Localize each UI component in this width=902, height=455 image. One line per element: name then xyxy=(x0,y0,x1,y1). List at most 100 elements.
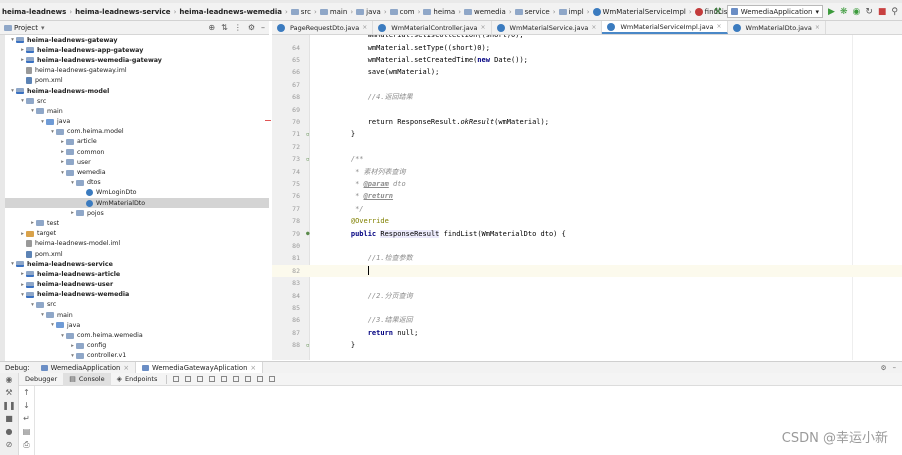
expand-arrow-icon[interactable]: ▾ xyxy=(49,322,56,328)
close-icon[interactable]: × xyxy=(481,24,486,31)
code-line[interactable]: 75 * @param dto xyxy=(272,178,902,190)
breadcrumb-item[interactable]: service xyxy=(514,8,550,16)
tree-item[interactable]: WmMaterialDto xyxy=(5,198,269,209)
code-line[interactable]: 74 * 素材列表查询 xyxy=(272,165,902,177)
code-line[interactable]: 64 wmMaterial.setType((short)0); xyxy=(272,41,902,53)
breadcrumb-item[interactable]: heima-leadnews xyxy=(2,8,66,16)
expand-arrow-icon[interactable]: ▾ xyxy=(39,312,46,318)
expand-arrow-icon[interactable]: ▾ xyxy=(69,353,76,359)
run-icon[interactable]: ▶ xyxy=(828,7,835,17)
tree-item[interactable]: WmLoginDto xyxy=(5,188,269,198)
chevron-down-icon[interactable]: ▾ xyxy=(41,24,45,32)
run-to-cursor-icon[interactable] xyxy=(245,376,252,382)
editor-tab[interactable]: WmMaterialController.java × xyxy=(373,21,492,34)
close-icon[interactable]: × xyxy=(717,23,722,30)
collapse-arrow-icon[interactable]: ▸ xyxy=(19,47,26,53)
close-icon[interactable]: × xyxy=(362,24,367,31)
run-config-selector[interactable]: WemediaApplication ▾ xyxy=(726,5,824,18)
tree-item[interactable]: ▸ pojos xyxy=(5,208,269,218)
project-panel-title[interactable]: Project xyxy=(14,24,38,32)
gear-icon[interactable]: ⚙ xyxy=(248,23,255,32)
tree-item[interactable]: ▸ heima-leadnews-user xyxy=(5,280,269,290)
editor-tab[interactable]: WmMaterialDto.java × xyxy=(728,21,826,34)
hide-panel-icon[interactable]: – xyxy=(261,23,265,32)
tree-item[interactable]: ▾ controller.v1 xyxy=(5,351,269,360)
tab-endpoints[interactable]: ◈ Endpoints xyxy=(111,373,164,386)
tree-item[interactable]: heima-leadnews-gateway.iml xyxy=(5,66,269,76)
code-line[interactable]: 81 //1.检查参数 xyxy=(272,252,902,264)
scroll-to-end-icon[interactable]: ▤ xyxy=(19,425,34,438)
expand-arrow-icon[interactable]: ▾ xyxy=(9,88,16,94)
breadcrumb-item[interactable]: com xyxy=(389,8,415,16)
view-breakpoints-icon[interactable]: ● xyxy=(0,425,18,438)
tree-item[interactable]: ▾ wemedia xyxy=(5,167,269,177)
breadcrumb-item[interactable]: java xyxy=(356,8,381,16)
code-line[interactable]: 73 ▫ /** xyxy=(272,153,902,165)
console-output[interactable] xyxy=(35,386,902,455)
tree-item[interactable]: ▾ src xyxy=(5,96,269,106)
close-icon[interactable]: × xyxy=(591,24,596,31)
code-line[interactable]: 80 xyxy=(272,240,902,252)
code-line[interactable]: 77 */ xyxy=(272,203,902,215)
tree-item[interactable]: ▾ java xyxy=(5,117,269,127)
code-line[interactable]: 76 * @return xyxy=(272,190,902,202)
tree-item[interactable]: ▸ heima-leadnews-app-gateway xyxy=(5,45,269,55)
tree-item[interactable]: pom.xml xyxy=(5,249,269,259)
code-line[interactable]: 84 //2.分页查询 xyxy=(272,289,902,301)
collapse-arrow-icon[interactable]: ▸ xyxy=(19,57,26,63)
step-out-icon[interactable] xyxy=(221,376,228,382)
tab-debugger[interactable]: Debugger xyxy=(19,373,63,386)
build-hammer-icon[interactable]: ⚒ xyxy=(714,7,722,17)
expand-arrow-icon[interactable]: ▾ xyxy=(59,170,66,176)
tree-item[interactable]: ▾ heima-leadnews-model xyxy=(5,86,269,96)
profile-icon[interactable]: ↻ xyxy=(865,7,873,17)
tree-item[interactable]: ▸ heima-leadnews-wemedia-gateway xyxy=(5,55,269,65)
expand-arrow-icon[interactable]: ▾ xyxy=(49,129,56,135)
tree-item[interactable]: ▸ heima-leadnews-article xyxy=(5,269,269,279)
tree-item[interactable]: ▸ article xyxy=(5,137,269,147)
step-over-icon[interactable] xyxy=(185,376,192,382)
tree-item[interactable]: ▸ test xyxy=(5,218,269,228)
tree-item[interactable]: pom.xml xyxy=(5,76,269,86)
search-icon[interactable]: ⚲ xyxy=(891,7,898,17)
print-icon[interactable]: ⎙ xyxy=(19,438,34,451)
code-line[interactable]: 67 xyxy=(272,79,902,91)
wrench-icon[interactable]: ⚒ xyxy=(0,386,18,399)
expand-arrow-icon[interactable]: ▾ xyxy=(29,108,36,114)
collapse-arrow-icon[interactable]: ▸ xyxy=(59,159,66,165)
restore-layout-icon[interactable] xyxy=(269,376,276,382)
code-line[interactable]: 65 wmMaterial.setCreatedTime(new Date())… xyxy=(272,54,902,66)
editor-tab[interactable]: WmMaterialService.java × xyxy=(492,21,603,34)
drop-frame-icon[interactable] xyxy=(233,376,240,382)
expand-arrow-icon[interactable]: ▾ xyxy=(39,119,46,125)
code-line[interactable]: 66 save(wmMaterial); xyxy=(272,66,902,78)
code-line[interactable]: 72 xyxy=(272,141,902,153)
tree-item[interactable]: ▾ heima-leadnews-gateway xyxy=(5,35,269,45)
code-line[interactable]: 82 xyxy=(272,264,902,277)
close-icon[interactable]: × xyxy=(250,364,256,372)
tree-item[interactable]: ▸ target xyxy=(5,229,269,239)
step-into-icon[interactable] xyxy=(197,376,204,382)
gear-icon[interactable]: ⚙ xyxy=(881,364,887,372)
tree-item[interactable]: ▾ main xyxy=(5,310,269,320)
debug-bug-icon[interactable]: ❋ xyxy=(840,7,848,17)
tree-item[interactable]: ▾ dtos xyxy=(5,178,269,188)
breadcrumb-item[interactable]: heima-leadnews-service xyxy=(75,8,170,16)
collapse-arrow-icon[interactable]: ▸ xyxy=(59,149,66,155)
tree-item[interactable]: ▸ config xyxy=(5,341,269,351)
breadcrumb-item[interactable]: heima xyxy=(423,8,455,16)
expand-arrow-icon[interactable]: ▾ xyxy=(59,333,66,339)
breadcrumb-item[interactable]: src xyxy=(290,8,311,16)
tree-item[interactable]: ▾ main xyxy=(5,106,269,116)
code-line[interactable]: 79 ● public ResponseResult findList(WmMat… xyxy=(272,227,902,239)
code-line[interactable]: 71 ▫ } xyxy=(272,128,902,140)
tree-item[interactable]: ▾ com.heima.wemedia xyxy=(5,330,269,340)
breadcrumb-item[interactable]: impl xyxy=(558,8,584,16)
soft-wrap-icon[interactable]: ↵ xyxy=(19,412,34,425)
collapse-arrow-icon[interactable]: ▸ xyxy=(19,231,26,237)
tree-item[interactable]: ▾ com.heima.model xyxy=(5,127,269,137)
force-step-into-icon[interactable] xyxy=(209,376,216,382)
scroll-up-icon[interactable]: ↑ xyxy=(19,386,34,399)
collapse-all-icon[interactable]: ⇅ xyxy=(221,23,228,32)
stop-icon[interactable]: ■ xyxy=(0,412,18,425)
